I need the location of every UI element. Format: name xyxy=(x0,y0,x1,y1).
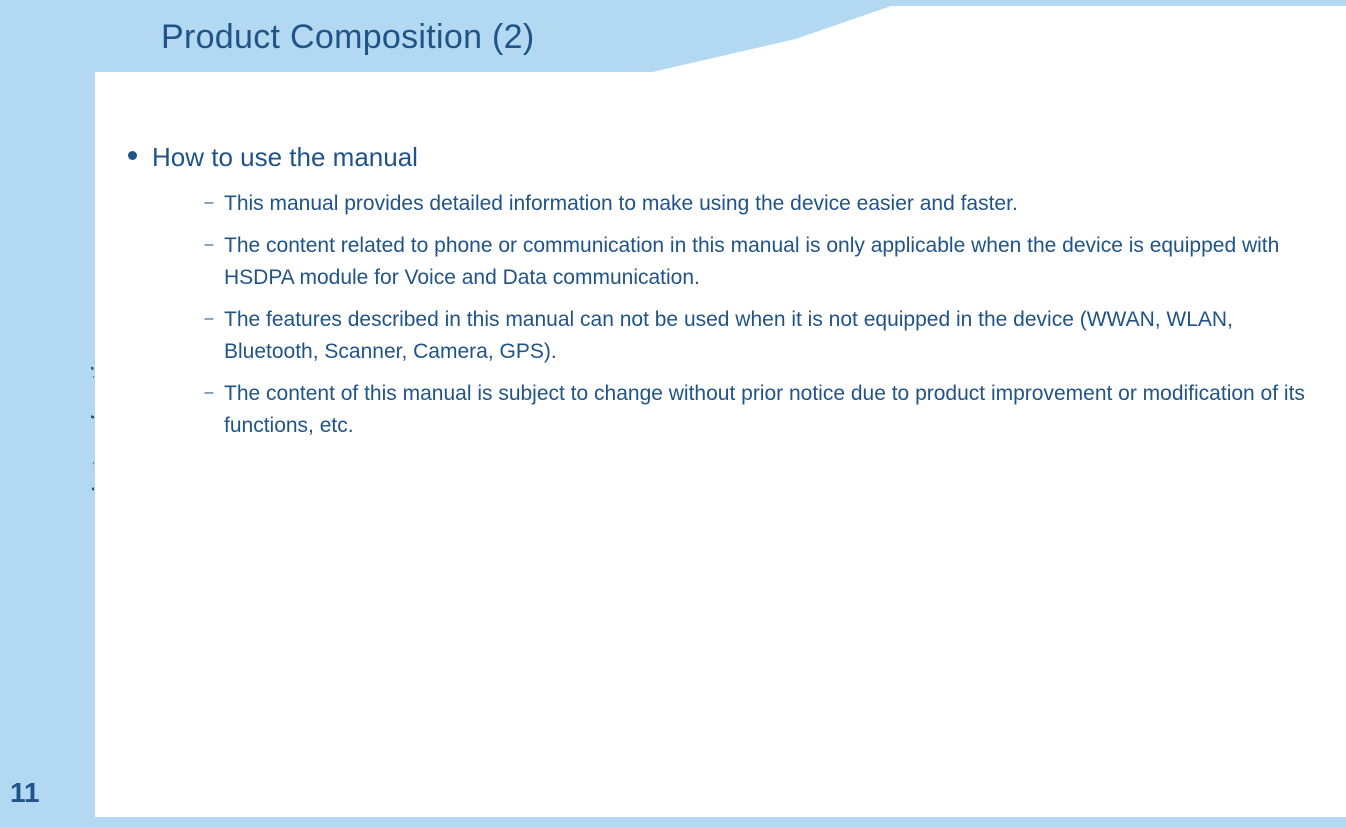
bottom-stripe xyxy=(0,817,1346,827)
list-item-text: The features described in this manual ca… xyxy=(224,304,1322,368)
page-title: Product Composition (2) xyxy=(161,18,535,57)
bullet-heading-row: How to use the manual xyxy=(112,140,1322,174)
sub-list: – This manual provides detailed informat… xyxy=(194,188,1322,442)
list-item: – The content related to phone or commun… xyxy=(194,230,1322,294)
content-body: How to use the manual – This manual prov… xyxy=(112,140,1322,452)
list-item-text: This manual provides detailed informatio… xyxy=(224,188,1018,220)
page-number: 11 xyxy=(10,777,40,809)
list-item: – This manual provides detailed informat… xyxy=(194,188,1322,220)
bullet-icon xyxy=(112,140,152,170)
dash-icon: – xyxy=(194,230,224,260)
circle-bullet-icon xyxy=(128,151,137,160)
dash-icon: – xyxy=(194,188,224,218)
dash-icon: – xyxy=(194,378,224,408)
list-item: – The content of this manual is subject … xyxy=(194,378,1322,442)
sidebar-band: Introduction 11 xyxy=(0,0,95,827)
list-item-text: The content of this manual is subject to… xyxy=(224,378,1322,442)
content-heading: How to use the manual xyxy=(152,140,418,174)
dash-icon: – xyxy=(194,304,224,334)
list-item-text: The content related to phone or communic… xyxy=(224,230,1322,294)
list-item: – The features described in this manual … xyxy=(194,304,1322,368)
